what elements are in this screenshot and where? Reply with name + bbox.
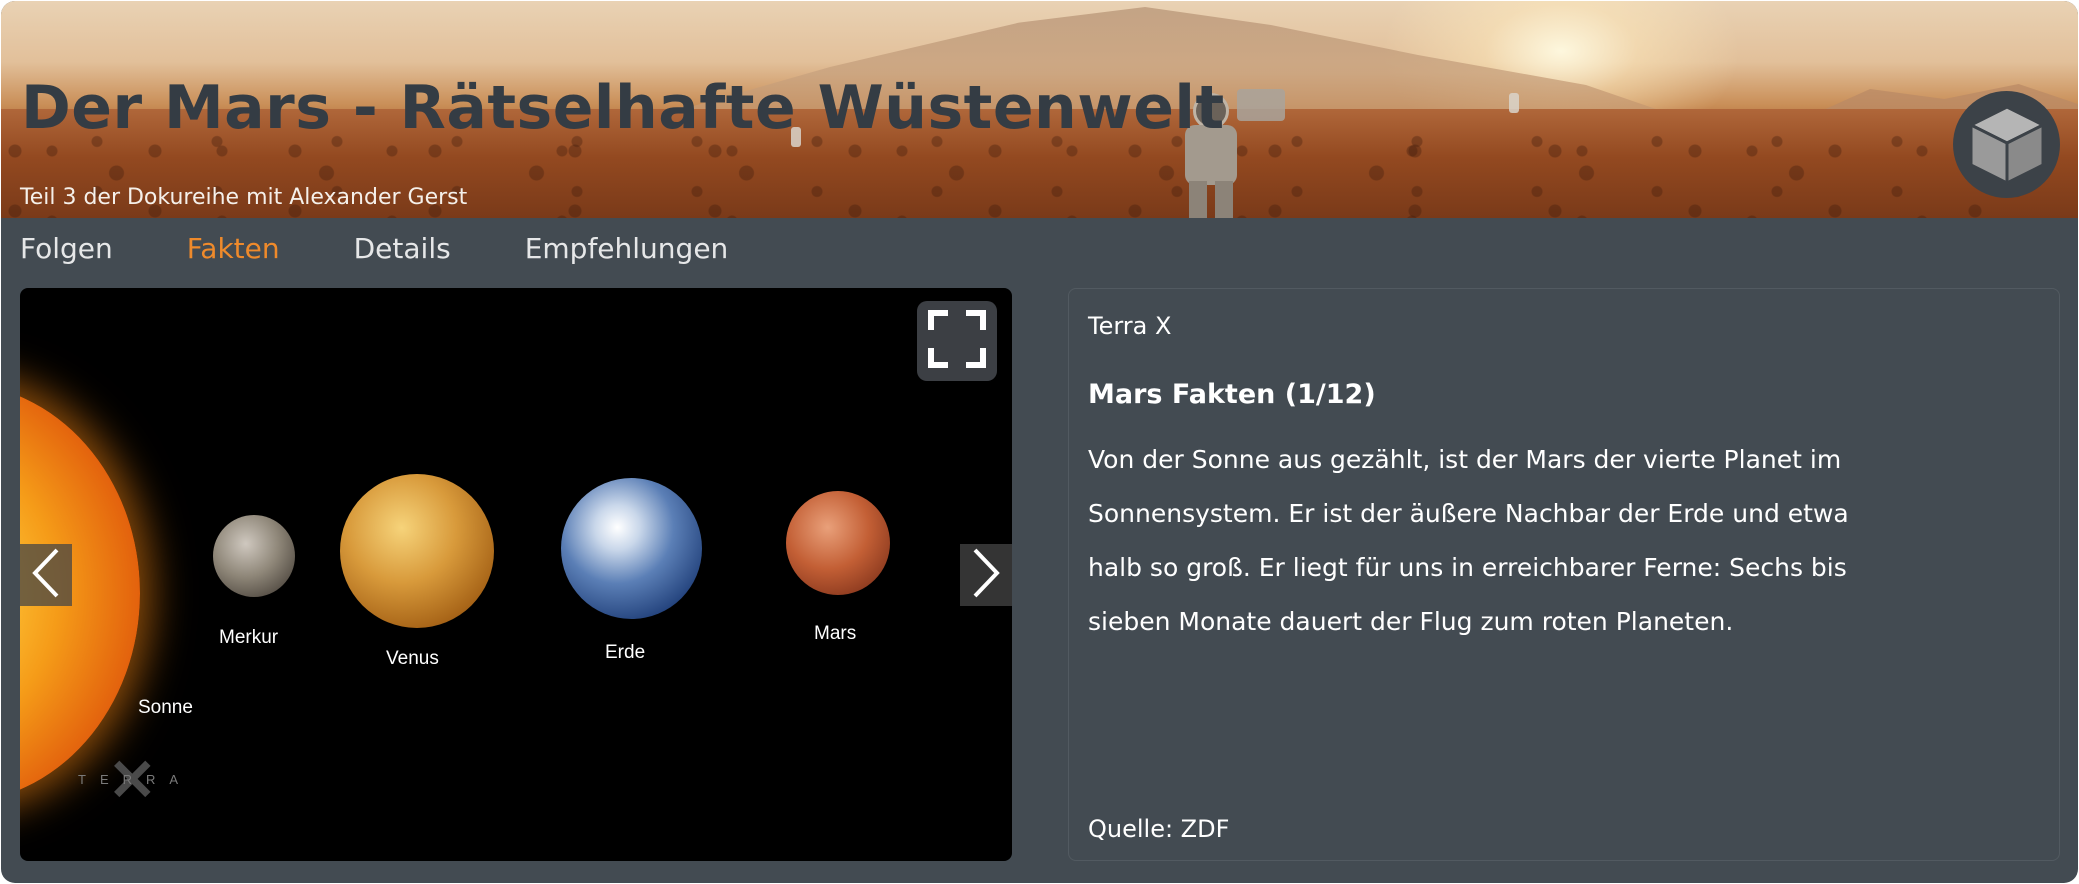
chevron-left-icon [31,546,61,604]
app-frame: Der Mars - Rätselhafte Wüstenwelt Teil 3… [1,1,2078,883]
facts-source-label: Terra X [1088,312,1172,340]
merkur-image [213,515,295,597]
cube-icon[interactable] [1953,91,2060,198]
tab-empfehlungen[interactable]: Empfehlungen [525,231,729,271]
page-title: Der Mars - Rätselhafte Wüstenwelt [21,73,1225,143]
facts-credit: Quelle: ZDF [1088,815,1230,843]
label-erde: Erde [605,642,646,663]
header-banner: Der Mars - Rätselhafte Wüstenwelt Teil 3… [1,1,2078,218]
rover [1237,89,1285,121]
label-sonne: Sonne [138,697,193,718]
facts-body: Von der Sonne aus gezählt, ist der Mars … [1088,445,1849,636]
tab-folgen[interactable]: Folgen [20,231,113,271]
image-viewer: Sonne Merkur Venus Erde Mars ✕ TERRA [20,288,1012,861]
tab-details[interactable]: Details [354,231,451,271]
label-merkur: Merkur [219,627,279,648]
label-venus: Venus [386,648,439,669]
venus-image [340,474,494,628]
tab-fakten[interactable]: Fakten [187,231,280,271]
erde-image [561,478,702,619]
terra-x-logo: ✕ TERRA [78,748,193,813]
next-button[interactable] [960,544,1012,606]
fullscreen-button[interactable] [917,301,997,381]
facts-panel: Terra X Mars Fakten (1/12) Von der Sonne… [1068,288,2060,861]
chevron-right-icon [971,546,1001,604]
distant-astronaut [1509,93,1519,113]
label-mars: Mars [814,623,857,644]
fullscreen-icon [928,310,986,372]
prev-button[interactable] [20,544,72,606]
tab-bar: Folgen Fakten Details Empfehlungen [20,231,802,271]
facts-heading: Mars Fakten (1/12) [1088,379,1376,410]
page-subtitle: Teil 3 der Dokureihe mit Alexander Gerst [20,185,468,210]
mars-image [786,491,890,595]
